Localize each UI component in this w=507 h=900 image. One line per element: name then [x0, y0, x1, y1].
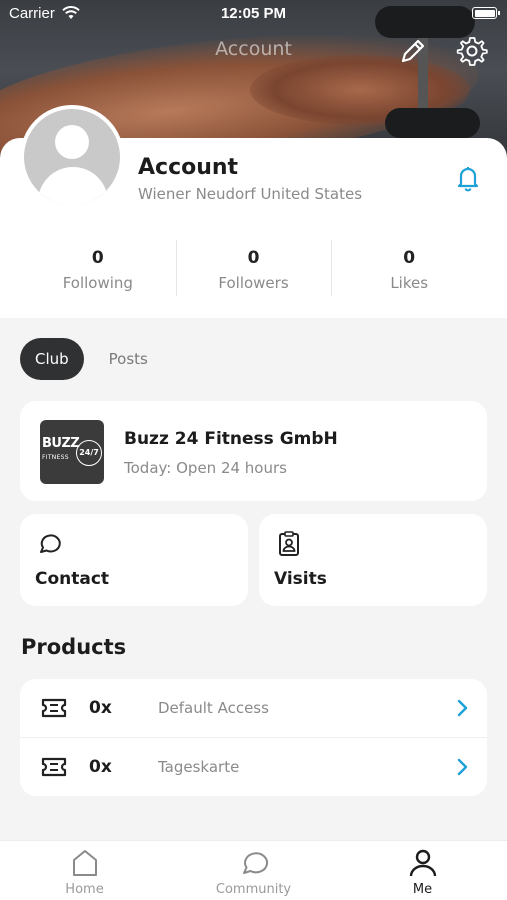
stat-label: Following	[62, 274, 133, 292]
chat-bubble-icon	[40, 534, 61, 553]
nav-community[interactable]: Community	[169, 841, 338, 900]
products-heading: Products	[21, 635, 127, 659]
club-name: Buzz 24 Fitness GmbH	[124, 429, 338, 449]
nav-home[interactable]: Home	[0, 841, 169, 900]
ticket-icon	[41, 757, 67, 777]
stat-value: 0	[91, 248, 104, 268]
nav-label: Me	[412, 882, 433, 897]
product-row-tageskarte[interactable]: 0x Tageskarte	[20, 737, 487, 795]
bell-icon[interactable]	[454, 164, 482, 192]
nav-me[interactable]: Me	[338, 841, 507, 900]
ticket-icon	[41, 698, 67, 718]
contact-tile[interactable]: Contact	[20, 514, 248, 606]
edit-pencil-icon[interactable]	[398, 36, 428, 66]
person-icon	[409, 849, 436, 877]
stat-followers[interactable]: 0 Followers	[175, 240, 332, 296]
stat-label: Followers	[218, 274, 289, 292]
club-logo: BUZZ FITNESS 24/7	[40, 420, 104, 484]
profile-stats: 0 Following 0 Followers 0 Likes	[20, 240, 487, 296]
clock: 12:05 PM	[220, 5, 287, 22]
home-icon	[72, 850, 97, 876]
battery-icon	[472, 7, 500, 19]
avatar[interactable]	[20, 105, 124, 209]
profile-name: Account	[138, 155, 239, 180]
stat-likes[interactable]: 0 Likes	[331, 240, 487, 296]
product-quantity: 0x	[89, 757, 112, 777]
visits-tile[interactable]: Visits	[259, 514, 487, 606]
products-list: 0x Default Access 0x Tageskarte	[20, 679, 487, 796]
profile-location: Wiener Neudorf United States	[138, 185, 363, 203]
page-title: Account	[215, 38, 292, 60]
product-name: Tageskarte	[158, 758, 240, 776]
tab-posts[interactable]: Posts	[94, 338, 163, 380]
stat-following[interactable]: 0 Following	[20, 240, 176, 296]
nav-label: Home	[65, 882, 104, 897]
club-card[interactable]: BUZZ FITNESS 24/7 Buzz 24 Fitness GmbH T…	[20, 401, 487, 501]
bottom-tab-bar: Home Community Me	[0, 840, 507, 900]
club-hours: Today: Open 24 hours	[124, 459, 287, 477]
chat-bubble-icon	[242, 852, 268, 874]
tab-club[interactable]: Club	[20, 338, 84, 380]
stat-label: Likes	[390, 274, 429, 292]
visits-label: Visits	[274, 569, 327, 589]
contact-label: Contact	[35, 569, 110, 589]
content-tabs: Club Posts	[20, 338, 173, 380]
gear-icon[interactable]	[456, 35, 488, 67]
product-name: Default Access	[158, 699, 269, 717]
id-badge-icon	[279, 531, 299, 556]
product-quantity: 0x	[89, 698, 112, 718]
stat-value: 0	[247, 248, 260, 268]
chevron-right-icon	[457, 758, 468, 776]
chevron-right-icon	[457, 699, 468, 717]
product-row-default-access[interactable]: 0x Default Access	[20, 679, 487, 737]
nav-label: Community	[215, 882, 292, 897]
stat-value: 0	[403, 248, 416, 268]
status-bar: Carrier 12:05 PM	[0, 0, 507, 28]
